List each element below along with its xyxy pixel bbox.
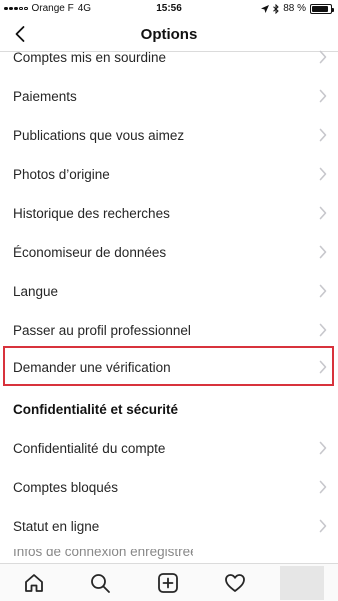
- tab-add[interactable]: [155, 570, 181, 596]
- list-item-confidentialite-compte[interactable]: Confidentialité du compte: [0, 429, 338, 467]
- list-item-langue[interactable]: Langue: [0, 272, 338, 310]
- list-item-comptes-bloques[interactable]: Comptes bloqués: [0, 468, 338, 506]
- status-right: 88 %: [261, 3, 334, 14]
- list-item-statut-en-ligne[interactable]: Statut en ligne: [0, 507, 338, 545]
- chevron-right-icon: [319, 480, 327, 494]
- chevron-right-icon: [319, 89, 327, 103]
- heart-icon: [225, 574, 245, 592]
- list-item-partial[interactable]: Infos de connexion enregistrées: [13, 549, 193, 561]
- chevron-right-icon: [319, 206, 327, 220]
- search-icon: [91, 574, 110, 593]
- list-item-label: Publications que vous aimez: [13, 127, 185, 143]
- chevron-right-icon: [319, 245, 327, 259]
- list-item-historique-recherches[interactable]: Historique des recherches: [0, 194, 338, 232]
- battery-icon: [310, 3, 334, 14]
- list-item-photos-origine[interactable]: Photos d’origine: [0, 155, 338, 193]
- chevron-right-icon: [319, 323, 327, 337]
- chevron-right-icon: [319, 167, 327, 181]
- chevron-right-icon: [319, 519, 327, 533]
- list-item-profil-professionnel[interactable]: Passer au profil professionnel: [0, 311, 338, 349]
- list-item-label: Langue: [13, 283, 59, 299]
- list-item-economiseur-donnees[interactable]: Économiseur de données: [0, 233, 338, 271]
- list-item-label: Passer au profil professionnel: [13, 322, 191, 338]
- add-icon: [158, 573, 178, 593]
- section-header-confidentialite: Confidentialité et sécurité: [0, 390, 338, 428]
- chevron-right-icon: [319, 284, 327, 298]
- battery-percent: 88 %: [283, 3, 306, 14]
- location-arrow-icon: [261, 4, 270, 13]
- status-bar: Orange F 4G 15:56 88 %: [0, 0, 338, 18]
- profile-avatar[interactable]: [280, 566, 324, 600]
- list-item-label: Historique des recherches: [13, 205, 170, 221]
- chevron-right-icon: [319, 50, 327, 64]
- list-item-paiements[interactable]: Paiements: [0, 77, 338, 115]
- tab-search[interactable]: [87, 570, 113, 596]
- chevron-right-icon: [319, 441, 327, 455]
- section-title: Confidentialité et sécurité: [13, 401, 179, 417]
- battery-fill: [312, 5, 328, 12]
- list-item-label: Photos d’origine: [13, 166, 110, 182]
- tab-bar: [0, 563, 338, 601]
- tab-activity[interactable]: [222, 570, 248, 596]
- list-item-comptes-sourdine[interactable]: Comptes mis en sourdine: [0, 38, 338, 76]
- highlight-box: [3, 346, 334, 386]
- chevron-right-icon: [319, 128, 327, 142]
- list-item-label: Économiseur de données: [13, 244, 167, 260]
- home-icon: [25, 574, 43, 592]
- list-item-label: Confidentialité du compte: [13, 440, 166, 456]
- list-item-publications-aimees[interactable]: Publications que vous aimez: [0, 116, 338, 154]
- list-item-label: Comptes mis en sourdine: [13, 50, 167, 65]
- bluetooth-icon: [273, 3, 279, 14]
- list-item-label: Statut en ligne: [13, 518, 100, 534]
- tab-home[interactable]: [21, 570, 47, 596]
- list-item-label: Comptes bloqués: [13, 479, 119, 495]
- list-item-label: Infos de connexion enregistrées: [13, 549, 193, 559]
- list-item-label: Paiements: [13, 88, 77, 104]
